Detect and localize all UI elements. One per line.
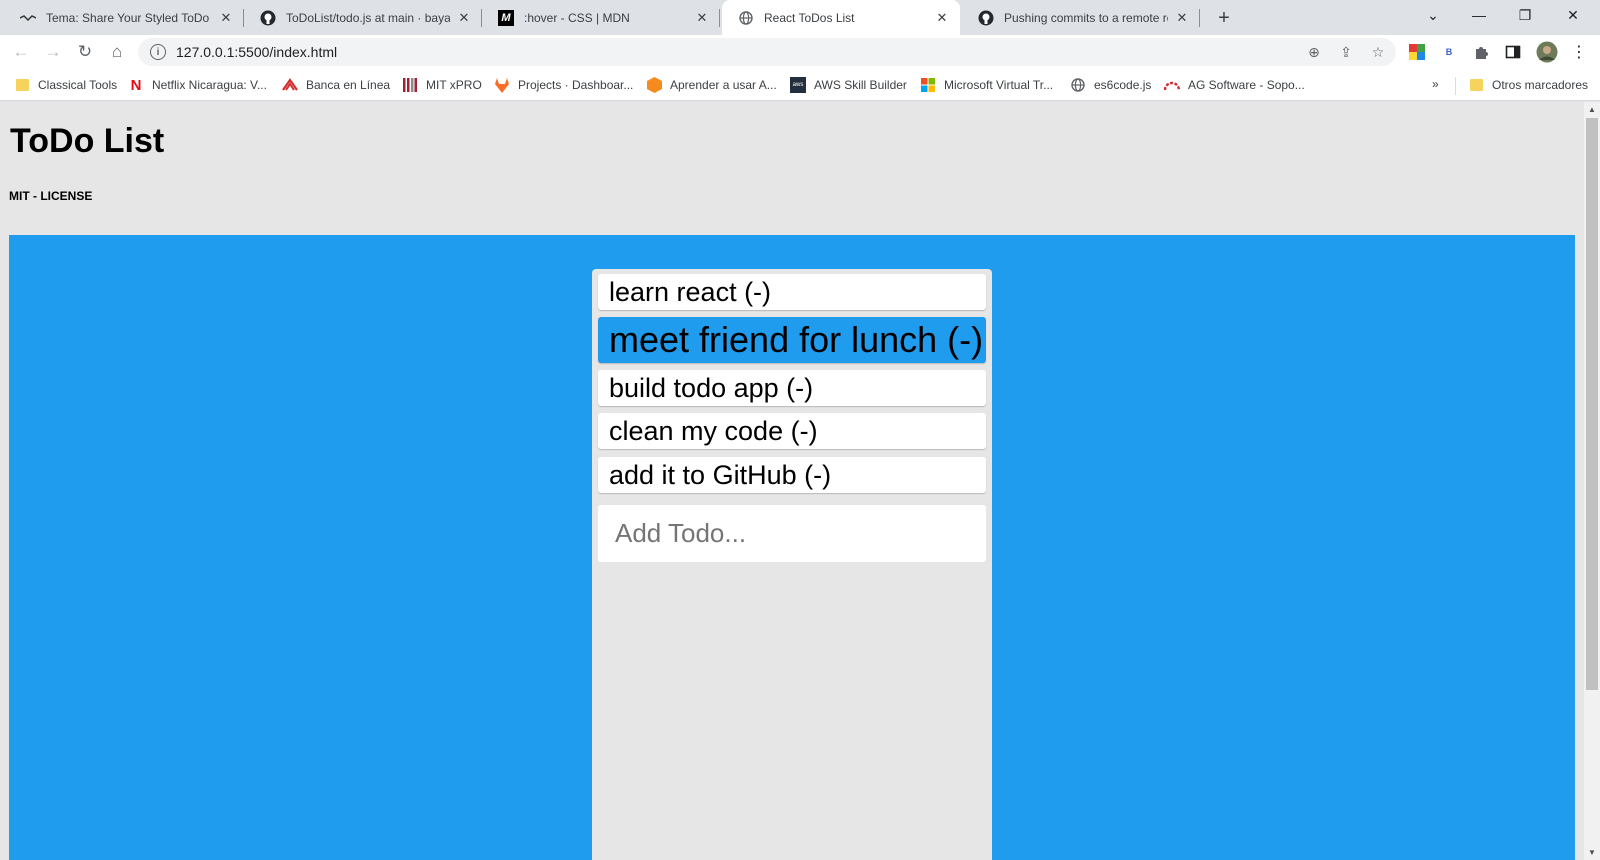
tab-title: React ToDos List <box>764 10 855 25</box>
tab-mdn-hover[interactable]: M :hover - CSS | MDN ✕ <box>482 0 720 35</box>
gitlab-icon <box>494 77 510 93</box>
tab-title: ToDoList/todo.js at main · bayard <box>286 10 450 25</box>
folder-icon <box>1468 77 1484 93</box>
todo-item[interactable]: learn react (-) <box>598 274 986 310</box>
close-tab-icon[interactable]: ✕ <box>1174 10 1190 26</box>
bookmark-label: Microsoft Virtual Tr... <box>944 78 1054 92</box>
bookmark-classical-tools[interactable]: Classical Tools <box>14 69 117 101</box>
netflix-icon: N <box>130 76 142 94</box>
site-info-icon[interactable]: i <box>150 44 166 60</box>
new-tab-button[interactable]: + <box>1212 6 1236 30</box>
kebab-menu-icon[interactable]: ⋮ <box>1570 43 1588 61</box>
forward-arrow-icon[interactable]: → <box>40 39 66 65</box>
page-title: ToDo List <box>10 122 165 160</box>
bookmarks-bar: Classical Tools N Netflix Nicaragua: V..… <box>0 69 1600 101</box>
bookmarks-overflow-chevron-icon[interactable]: » <box>1432 77 1439 91</box>
tab-share-your-styled-todo[interactable]: Tema: Share Your Styled ToDo Lis ✕ <box>4 0 244 35</box>
page-scrollbar[interactable]: ▲ ▼ <box>1584 102 1600 860</box>
minimize-icon[interactable]: — <box>1456 0 1502 30</box>
page-viewport: ToDo List MIT - LICENSE learn react (-) … <box>0 102 1584 860</box>
ag-icon <box>1164 77 1180 93</box>
close-tab-icon[interactable]: ✕ <box>694 10 710 26</box>
microsoft-icon <box>920 77 936 93</box>
tab-todolist-github[interactable]: ToDoList/todo.js at main · bayard ✕ <box>244 0 482 35</box>
cube-icon <box>646 77 662 93</box>
scroll-up-arrow-icon[interactable]: ▲ <box>1588 105 1596 114</box>
todo-text: learn react (-) <box>609 276 772 307</box>
todo-text: clean my code (-) <box>609 415 818 446</box>
bookmark-label: Banca en Línea <box>306 78 391 92</box>
license-text: MIT - LICENSE <box>9 189 93 203</box>
bookmark-star-icon[interactable]: ☆ <box>1368 42 1388 62</box>
bookmark-label: Classical Tools <box>38 78 118 92</box>
bookmark-otros-marcadores[interactable]: Otros marcadores <box>1468 69 1588 101</box>
todo-text: meet friend for lunch (-) <box>609 319 984 360</box>
share-icon[interactable]: ⇪ <box>1336 42 1356 62</box>
tab-react-todos-list[interactable]: React ToDos List ✕ <box>722 0 960 35</box>
reload-icon[interactable]: ↻ <box>72 39 98 65</box>
bookmark-label: Netflix Nicaragua: V... <box>152 78 267 92</box>
color-extension-icon[interactable] <box>1408 43 1426 61</box>
bookmark-gitlab-projects[interactable]: Projects · Dashboar... <box>494 69 633 101</box>
todo-item[interactable]: add it to GitHub (-) <box>598 457 986 493</box>
mit-icon <box>402 77 418 93</box>
bookmark-aws-skill-builder[interactable]: aws AWS Skill Builder <box>790 69 907 101</box>
add-todo-input[interactable] <box>598 505 986 562</box>
folder-icon <box>14 77 30 93</box>
scrollbar-thumb[interactable] <box>1586 118 1598 690</box>
bookmark-label: Aprender a usar A... <box>670 78 777 92</box>
b-extension-icon[interactable]: B <box>1440 43 1458 61</box>
close-tab-icon[interactable]: ✕ <box>456 10 472 26</box>
tab-pushing-commits[interactable]: Pushing commits to a remote rep ✕ <box>962 0 1200 35</box>
todo-item[interactable]: meet friend for lunch (-) <box>598 317 986 363</box>
bookmark-banca-en-linea[interactable]: Banca en Línea <box>282 69 390 101</box>
close-tab-icon[interactable]: ✕ <box>218 10 234 26</box>
bookmark-aprender[interactable]: Aprender a usar A... <box>646 69 777 101</box>
github-icon <box>260 10 276 26</box>
bookmark-microsoft-virtual[interactable]: Microsoft Virtual Tr... <box>920 69 1053 101</box>
bookmark-label: AWS Skill Builder <box>814 78 907 92</box>
side-panel-icon[interactable] <box>1504 43 1522 61</box>
globe-icon <box>738 10 754 26</box>
mdn-icon: M <box>498 9 514 26</box>
globe-icon <box>1070 77 1086 93</box>
extensions-puzzle-icon[interactable] <box>1472 43 1490 61</box>
scroll-down-arrow-icon[interactable]: ▼ <box>1588 848 1596 857</box>
bookmark-label: Projects · Dashboar... <box>518 78 634 92</box>
close-window-icon[interactable]: ✕ <box>1550 0 1596 30</box>
tab-title: :hover - CSS | MDN <box>524 10 630 25</box>
todo-item[interactable]: clean my code (-) <box>598 413 986 449</box>
github-icon <box>978 10 994 26</box>
avatar[interactable] <box>1536 41 1558 63</box>
address-url[interactable]: 127.0.0.1:5500/index.html <box>176 44 337 60</box>
bank-icon <box>282 77 298 93</box>
browser-toolbar: ← → ↻ ⌂ i 127.0.0.1:5500/index.html ⊕ ⇪ … <box>0 35 1600 69</box>
bookmark-label: AG Software - Sopo... <box>1188 78 1305 92</box>
bookmark-label: es6code.js <box>1094 78 1152 92</box>
back-arrow-icon[interactable]: ← <box>8 39 34 65</box>
aws-icon: aws <box>790 77 806 93</box>
bookmark-label: Otros marcadores <box>1492 78 1589 92</box>
tab-title: Tema: Share Your Styled ToDo Lis <box>46 10 212 25</box>
tab-title: Pushing commits to a remote rep <box>1004 10 1168 25</box>
zoom-icon[interactable]: ⊕ <box>1304 42 1324 62</box>
restore-icon[interactable]: ❐ <box>1502 0 1548 30</box>
todo-text: build todo app (-) <box>609 372 814 403</box>
bookmark-ag-software[interactable]: AG Software - Sopo... <box>1164 69 1305 101</box>
todo-panel: learn react (-) meet friend for lunch (-… <box>592 269 992 860</box>
bookmark-netflix[interactable]: N Netflix Nicaragua: V... <box>128 69 267 101</box>
bookmark-label: MIT xPRO <box>426 78 482 92</box>
address-bar[interactable]: i 127.0.0.1:5500/index.html <box>138 38 1396 66</box>
bookmark-es6code[interactable]: es6code.js <box>1070 69 1151 101</box>
tab-search-chevron-icon[interactable]: ⌄ <box>1410 0 1456 30</box>
close-tab-icon[interactable]: ✕ <box>934 10 950 26</box>
todo-text: add it to GitHub (-) <box>609 459 832 490</box>
todo-item[interactable]: build todo app (-) <box>598 370 986 406</box>
tab-strip: Tema: Share Your Styled ToDo Lis ✕ ToDoL… <box>0 0 1600 35</box>
home-icon[interactable]: ⌂ <box>104 39 130 65</box>
bookmark-mit-xpro[interactable]: MIT xPRO <box>402 69 482 101</box>
forum-icon <box>20 10 36 26</box>
